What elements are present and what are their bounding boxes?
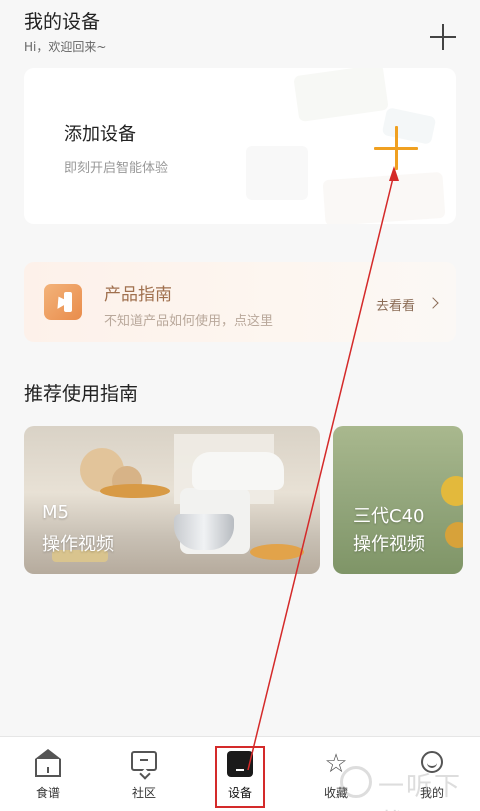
video-subtitle: 操作视频: [353, 534, 425, 555]
go-see-link[interactable]: 去看看: [376, 295, 415, 314]
appliance-illustration: [322, 171, 446, 224]
video-subtitle: 操作视频: [42, 534, 114, 555]
add-device-title: 添加设备: [64, 124, 136, 145]
food-decor: [100, 484, 170, 498]
food-decor: [250, 544, 304, 560]
plus-icon[interactable]: [374, 126, 418, 170]
page-title: 我的设备: [24, 11, 101, 33]
stand-mixer-image: [192, 452, 284, 490]
guide-icon: [44, 284, 82, 320]
watermark-logo: [340, 766, 372, 798]
video-title: 三代C40: [353, 506, 425, 527]
video-card-c40[interactable]: 三代C40 操作视频: [333, 426, 463, 574]
appliance-illustration: [293, 68, 389, 123]
highlight-box: [215, 746, 265, 808]
fruit-decor: [441, 476, 463, 506]
recommended-guides-title: 推荐使用指南: [24, 383, 139, 405]
tab-label: 社区: [131, 786, 156, 800]
appliance-illustration: [246, 146, 308, 200]
tab-label: 食谱: [35, 786, 60, 800]
chevron-right-icon: [427, 297, 439, 309]
watermark-text: 一听下载: [378, 772, 463, 811]
welcome-subtitle: Hi，欢迎回来~: [24, 40, 107, 54]
product-guide-subtitle: 不知道产品如何使用，点这里: [104, 314, 274, 329]
tab-community[interactable]: 社区: [114, 737, 174, 811]
fruit-decor: [445, 522, 463, 548]
add-device-card[interactable]: 添加设备 即刻开启智能体验: [24, 68, 456, 224]
add-device-subtitle: 即刻开启智能体验: [64, 161, 169, 176]
video-title: M5: [42, 502, 69, 523]
product-guide-title: 产品指南: [104, 285, 172, 305]
add-icon[interactable]: [428, 22, 458, 52]
watermark: 一听下载: [338, 760, 480, 811]
video-card-m5[interactable]: M5 操作视频: [24, 426, 320, 574]
mixer-bowl-image: [174, 514, 234, 550]
chat-icon: [131, 751, 157, 771]
product-guide-card[interactable]: 产品指南 不知道产品如何使用，点这里 去看看: [24, 262, 456, 342]
header: 我的设备 Hi，欢迎回来~: [0, 0, 480, 62]
home-icon: [35, 749, 61, 777]
tab-recipes[interactable]: 食谱: [18, 737, 78, 811]
